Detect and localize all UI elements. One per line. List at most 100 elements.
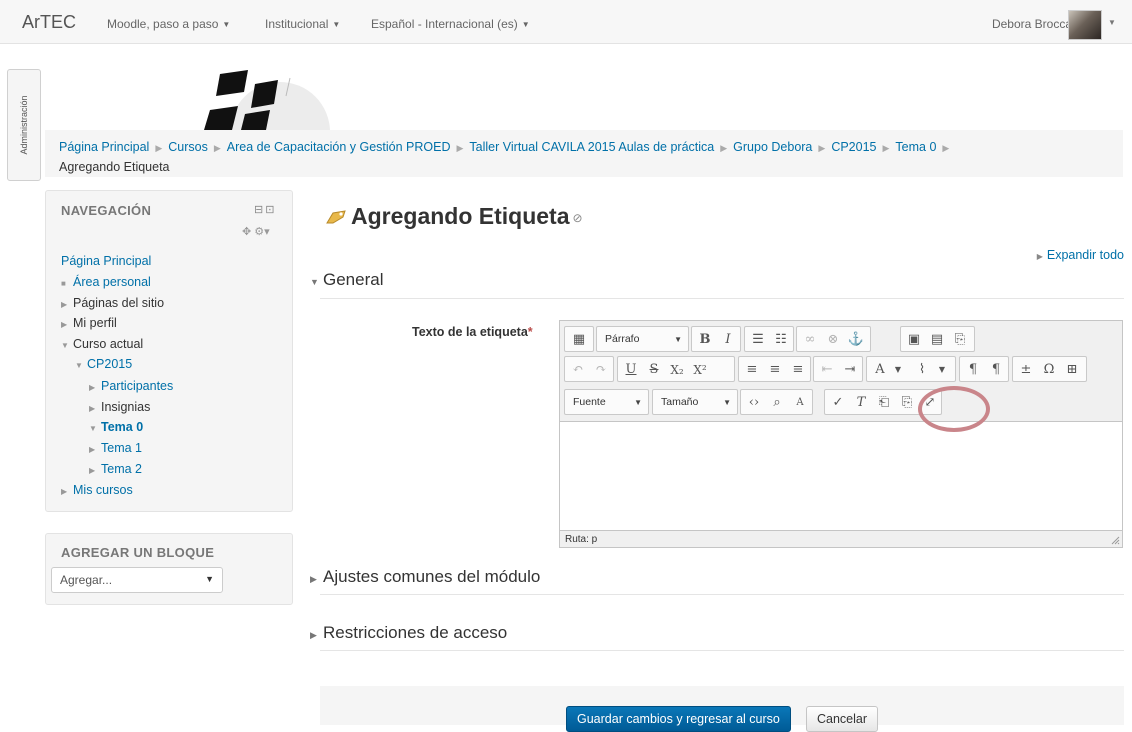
font-select[interactable]: Fuente ▼ [564, 389, 649, 415]
menu-institucional[interactable]: Institucional ▼ [265, 17, 340, 31]
anchor-icon[interactable]: ⚓ [845, 330, 867, 350]
paste-word-icon[interactable]: ⎗ [873, 393, 895, 413]
nav-item-participantes[interactable]: ▶ Participantes [89, 379, 173, 393]
breadcrumb-item[interactable]: Página Principal [59, 140, 149, 154]
chevron-down-icon[interactable]: ▼ [931, 360, 953, 380]
nav-item-area-personal[interactable]: ■ Área personal [61, 275, 151, 289]
navigation-block: NAVEGACIÓN ⊟⊡ ✥ ⚙▾ Página Principal ■ Áre… [45, 190, 293, 512]
table-icon[interactable]: ⊞ [1061, 360, 1083, 380]
spellcheck-icon[interactable]: A [789, 393, 811, 413]
collapsed-arrow-icon: ▶ [61, 487, 68, 496]
menu-language[interactable]: Español - Internacional (es) ▼ [371, 17, 530, 31]
section-divider [320, 298, 1124, 299]
equation-icon[interactable]: ± [1015, 360, 1037, 380]
page-title: Agregando Etiqueta ⊘ [325, 203, 583, 230]
section-ajustes-comunes-header[interactable]: ▶ Ajustes comunes del módulo [310, 567, 540, 587]
cancel-button[interactable]: Cancelar [806, 706, 879, 732]
nav-item-insignias[interactable]: ▶ Insignias [89, 400, 150, 414]
menu-moodle-paso-a-paso[interactable]: Moodle, paso a paso ▼ [107, 17, 230, 31]
nav-item-paginas-del-sitio[interactable]: ▶ Páginas del sitio [61, 296, 164, 310]
ordered-list-icon[interactable]: ☷ [770, 330, 792, 350]
dock-block-icon[interactable]: ⊟⊡ [254, 203, 276, 216]
underline-icon[interactable]: U [620, 360, 642, 380]
section-divider [320, 650, 1124, 651]
nav-item-mis-cursos[interactable]: ▶ Mis cursos [61, 483, 133, 497]
editor-content-area[interactable] [560, 421, 1122, 531]
bullet-icon: ■ [61, 279, 66, 288]
align-left-icon[interactable]: ≡ [741, 360, 763, 380]
paste-text-icon[interactable]: ⎘ [896, 393, 918, 413]
breadcrumb-item[interactable]: Taller Virtual CAVILA 2015 Aulas de prác… [469, 140, 714, 154]
redo-icon[interactable]: ↷ [590, 360, 612, 380]
toolbar-group: ⇤ ⇥ [813, 356, 863, 382]
toolbar-toggle-icon[interactable]: ▦ [568, 330, 590, 350]
undo-icon[interactable]: ↶ [567, 360, 589, 380]
search-replace-icon[interactable]: ⌕ [766, 393, 788, 413]
rtl-icon[interactable]: ¶ [985, 360, 1007, 380]
link-icon[interactable]: ∞ [799, 330, 821, 350]
site-brand[interactable]: ArTEC [22, 12, 76, 33]
chevron-down-icon: ▼ [723, 398, 731, 407]
strikethrough-icon[interactable]: S [643, 360, 665, 380]
editor-path: Ruta: p [565, 534, 598, 545]
special-chars-icon[interactable]: Ω [1038, 360, 1060, 380]
superscript-icon[interactable]: X² [689, 360, 711, 380]
size-select[interactable]: Tamaño ▼ [652, 389, 738, 415]
section-general-header[interactable]: ▼ General [310, 270, 383, 290]
nav-item-tema-0[interactable]: ▼ Tema 0 [89, 420, 143, 434]
html-code-icon[interactable]: ‹› [743, 393, 765, 413]
move-gear-icon[interactable]: ✥ ⚙▾ [242, 225, 270, 238]
breadcrumb-separator-icon: ▶ [720, 143, 728, 153]
help-icon[interactable]: ⊘ [573, 211, 583, 225]
user-name[interactable]: Debora Brocca [992, 17, 1072, 31]
media-icon[interactable]: ▤ [926, 330, 948, 350]
bold-icon[interactable]: B [694, 330, 716, 350]
outdent-icon[interactable]: ⇤ [816, 360, 838, 380]
toolbar-group: ≡ ≡ ≡ [738, 356, 811, 382]
nav-item-curso-actual[interactable]: ▼ Curso actual [61, 337, 143, 351]
resize-handle-icon[interactable] [1110, 535, 1120, 545]
format-select[interactable]: Párrafo ▼ [596, 326, 689, 352]
add-block-select[interactable]: Agregar... ▼ [51, 567, 223, 593]
administration-label: Administración [19, 95, 29, 155]
section-divider [320, 594, 1124, 595]
background-color-icon[interactable]: ⌇ [911, 360, 933, 380]
image-icon[interactable]: ▣ [903, 330, 925, 350]
save-return-button[interactable]: Guardar cambios y regresar al curso [566, 706, 791, 732]
collapsed-arrow-icon: ▶ [89, 466, 96, 475]
chevron-down-icon: ▼ [521, 20, 530, 29]
unordered-list-icon[interactable]: ☰ [747, 330, 769, 350]
nav-item-tema-1[interactable]: ▶ Tema 1 [89, 441, 142, 455]
site-logo [120, 70, 330, 130]
align-center-icon[interactable]: ≡ [764, 360, 786, 380]
italic-icon[interactable]: I [717, 330, 739, 350]
collapsed-arrow-icon: ▶ [89, 445, 96, 454]
breadcrumb-item[interactable]: Grupo Debora [733, 140, 812, 154]
nav-item-cp2015[interactable]: ▼ CP2015 [75, 357, 132, 371]
avatar[interactable] [1068, 10, 1102, 40]
clean-html-icon[interactable]: ✓ [827, 393, 849, 413]
administration-dock-tab[interactable]: Administración [7, 69, 41, 181]
expand-all-link[interactable]: ▶ Expandir todo [1037, 248, 1124, 262]
subscript-icon[interactable]: X₂ [666, 360, 688, 380]
chevron-down-icon[interactable]: ▼ [887, 360, 909, 380]
section-restricciones-header[interactable]: ▶ Restricciones de acceso [310, 623, 507, 643]
breadcrumb-item[interactable]: Cursos [168, 140, 208, 154]
toolbar-group: ∞ ⊗ ⚓ [796, 326, 871, 352]
breadcrumb-item[interactable]: Tema 0 [895, 140, 936, 154]
nav-item-tema-2[interactable]: ▶ Tema 2 [89, 462, 142, 476]
toolbar-group: B I [691, 326, 741, 352]
collapsed-arrow-icon: ▶ [89, 383, 96, 392]
user-menu-chevron-icon[interactable]: ▼ [1108, 18, 1116, 27]
unlink-icon[interactable]: ⊗ [822, 330, 844, 350]
breadcrumb-item[interactable]: CP2015 [831, 140, 876, 154]
collapsed-arrow-icon: ▶ [89, 404, 96, 413]
clear-format-icon[interactable]: T [850, 393, 872, 413]
breadcrumb-item[interactable]: Area de Capacitación y Gestión PROED [227, 140, 451, 154]
align-right-icon[interactable]: ≡ [787, 360, 809, 380]
indent-icon[interactable]: ⇥ [839, 360, 861, 380]
nav-item-pagina-principal[interactable]: Página Principal [61, 254, 151, 268]
nav-item-mi-perfil[interactable]: ▶ Mi perfil [61, 316, 117, 330]
ltr-icon[interactable]: ¶ [962, 360, 984, 380]
manage-files-icon[interactable]: ⎘ [949, 330, 971, 350]
